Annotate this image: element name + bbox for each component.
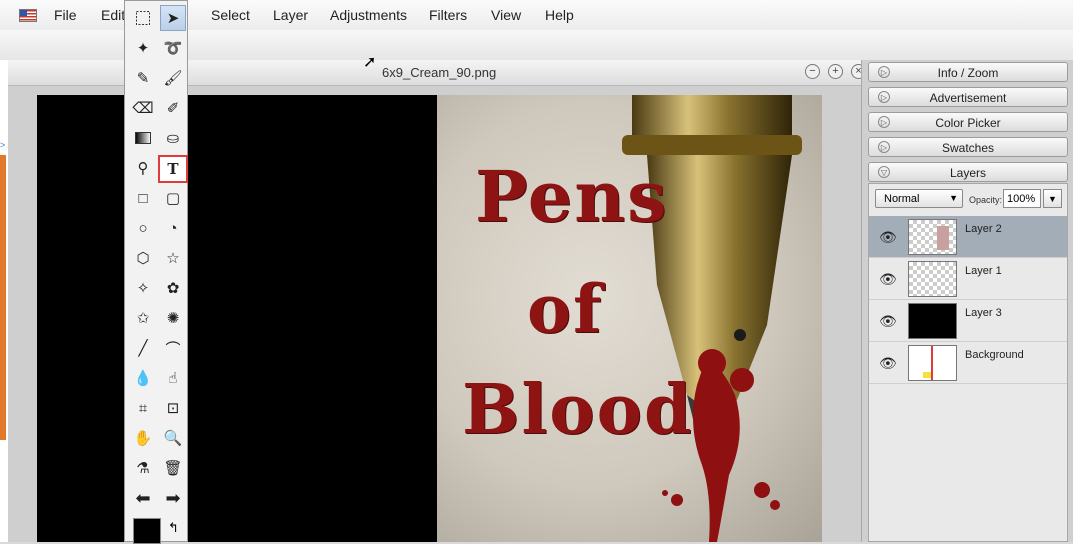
curve-icon[interactable]: ⌒: [160, 335, 186, 361]
dropper-brush-icon[interactable]: ✐: [160, 95, 186, 121]
lasso-icon[interactable]: ➰: [160, 35, 186, 61]
magic-wand-icon[interactable]: ✦: [130, 35, 156, 61]
pie-icon[interactable]: ◔: [160, 215, 186, 241]
chevron-down-icon: ▼: [949, 193, 958, 203]
layer-name: Layer 2: [965, 223, 1002, 235]
panel-advertisement[interactable]: ▷ Advertisement: [868, 87, 1068, 107]
menu-select[interactable]: Select: [211, 7, 250, 23]
blob-icon[interactable]: ✩: [130, 305, 156, 331]
burst-icon[interactable]: ✧: [130, 275, 156, 301]
visibility-eye-icon[interactable]: 👁: [879, 271, 897, 288]
opacity-dropdown-icon[interactable]: ▼: [1043, 189, 1062, 208]
panel-label: Swatches: [941, 141, 995, 155]
menu-file[interactable]: File: [54, 7, 77, 23]
menu-adjustments[interactable]: Adjustments: [330, 7, 407, 23]
visibility-eye-icon[interactable]: 👁: [879, 229, 897, 246]
panel-label: Advertisement: [929, 91, 1007, 105]
layer-row-layer-3[interactable]: 👁 Layer 3: [869, 300, 1067, 342]
foreground-color-swatch[interactable]: [133, 518, 161, 544]
paint-bucket-icon[interactable]: ⛀: [160, 125, 186, 151]
menu-view[interactable]: View: [491, 7, 521, 23]
marquee-tool-icon[interactable]: [130, 5, 156, 31]
arrow-right-icon[interactable]: ➡: [160, 485, 186, 511]
zoom-out-icon[interactable]: −: [805, 64, 820, 79]
opacity-label: Opacity:: [969, 195, 1003, 205]
smudge-icon[interactable]: ☝: [160, 365, 186, 391]
menu-help[interactable]: Help: [545, 7, 574, 23]
hexagon-icon[interactable]: ⬡: [130, 245, 156, 271]
visibility-eye-icon[interactable]: 👁: [879, 313, 897, 330]
menu-layer[interactable]: Layer: [273, 7, 308, 23]
layer-row-layer-2[interactable]: 👁 Layer 2: [869, 216, 1067, 258]
visibility-eye-icon[interactable]: 👁: [879, 355, 897, 372]
ellipse-icon[interactable]: ○: [130, 215, 156, 241]
panel-color-picker[interactable]: ▷ Color Picker: [868, 112, 1068, 132]
mouse-cursor-icon: ➚: [363, 54, 377, 71]
language-flag-icon[interactable]: [19, 9, 37, 22]
side-accent: [0, 155, 6, 440]
canvas-black-region[interactable]: [37, 95, 437, 542]
blur-drop-icon[interactable]: 💧: [130, 365, 156, 391]
menu-filters[interactable]: Filters: [429, 7, 467, 23]
trash-icon[interactable]: 🗑: [160, 455, 186, 481]
hand-icon[interactable]: ✋: [130, 425, 156, 451]
eyedropper-icon[interactable]: ⚗: [130, 455, 156, 481]
layer-row-background[interactable]: 👁 Background: [869, 342, 1067, 384]
poster-image[interactable]: Pens of Blood: [437, 95, 822, 542]
layer-name: Layer 1: [965, 265, 1002, 277]
layer-thumbnail: [908, 219, 957, 255]
panel-swatches[interactable]: ▷ Swatches: [868, 137, 1068, 157]
stamp-icon[interactable]: ⚲: [130, 155, 156, 181]
zoom-in-icon[interactable]: +: [828, 64, 843, 79]
gradient-icon[interactable]: [130, 125, 156, 151]
crop-icon[interactable]: ⌗: [130, 395, 156, 421]
flower-icon[interactable]: ✿: [160, 275, 186, 301]
swap-colors-icon[interactable]: ↰: [168, 520, 179, 536]
layer-row-layer-1[interactable]: 👁 Layer 1: [869, 258, 1067, 300]
panel-label: Color Picker: [935, 116, 1001, 130]
text-tool-icon[interactable]: T: [158, 155, 188, 183]
move-tool-icon[interactable]: ➤: [160, 5, 186, 31]
layer-thumbnail: [908, 303, 957, 339]
panel-label: Info / Zoom: [937, 66, 999, 80]
eraser-icon[interactable]: ⌫: [130, 95, 156, 121]
opacity-input[interactable]: 100%: [1003, 189, 1041, 208]
document-title: 6x9_Cream_90.png: [382, 65, 497, 80]
panel-info-zoom[interactable]: ▷ Info / Zoom: [868, 62, 1068, 82]
line-icon[interactable]: ╱: [130, 335, 156, 361]
arrow-left-icon[interactable]: ⬅: [130, 485, 156, 511]
layer-thumbnail: [908, 345, 957, 381]
layer-name: Background: [965, 349, 1024, 361]
blend-mode-value: Normal: [884, 193, 920, 205]
gear-icon[interactable]: ✺: [160, 305, 186, 331]
side-arrow-icon[interactable]: >: [0, 140, 5, 150]
transform-icon[interactable]: ⊡: [160, 395, 186, 421]
menu-edit[interactable]: Edit: [101, 7, 125, 23]
poster-title-line-2: of: [527, 270, 604, 348]
poster-title-line-1: Pens: [475, 155, 669, 238]
rectangle-icon[interactable]: □: [130, 185, 156, 211]
panel-layers[interactable]: ▽ Layers: [868, 162, 1068, 182]
brush-icon[interactable]: 🖌: [160, 65, 186, 91]
layer-thumbnail: [908, 261, 957, 297]
blend-mode-select[interactable]: Normal ▼: [875, 189, 963, 208]
poster-title-line-3: Blood: [462, 370, 694, 450]
zoom-icon[interactable]: 🔍: [160, 425, 186, 451]
panel-label: Layers: [949, 166, 987, 180]
rounded-rect-icon[interactable]: ▢: [160, 185, 186, 211]
layer-name: Layer 3: [965, 307, 1002, 319]
pencil-icon[interactable]: ✎: [130, 65, 156, 91]
star-icon[interactable]: ☆: [160, 245, 186, 271]
